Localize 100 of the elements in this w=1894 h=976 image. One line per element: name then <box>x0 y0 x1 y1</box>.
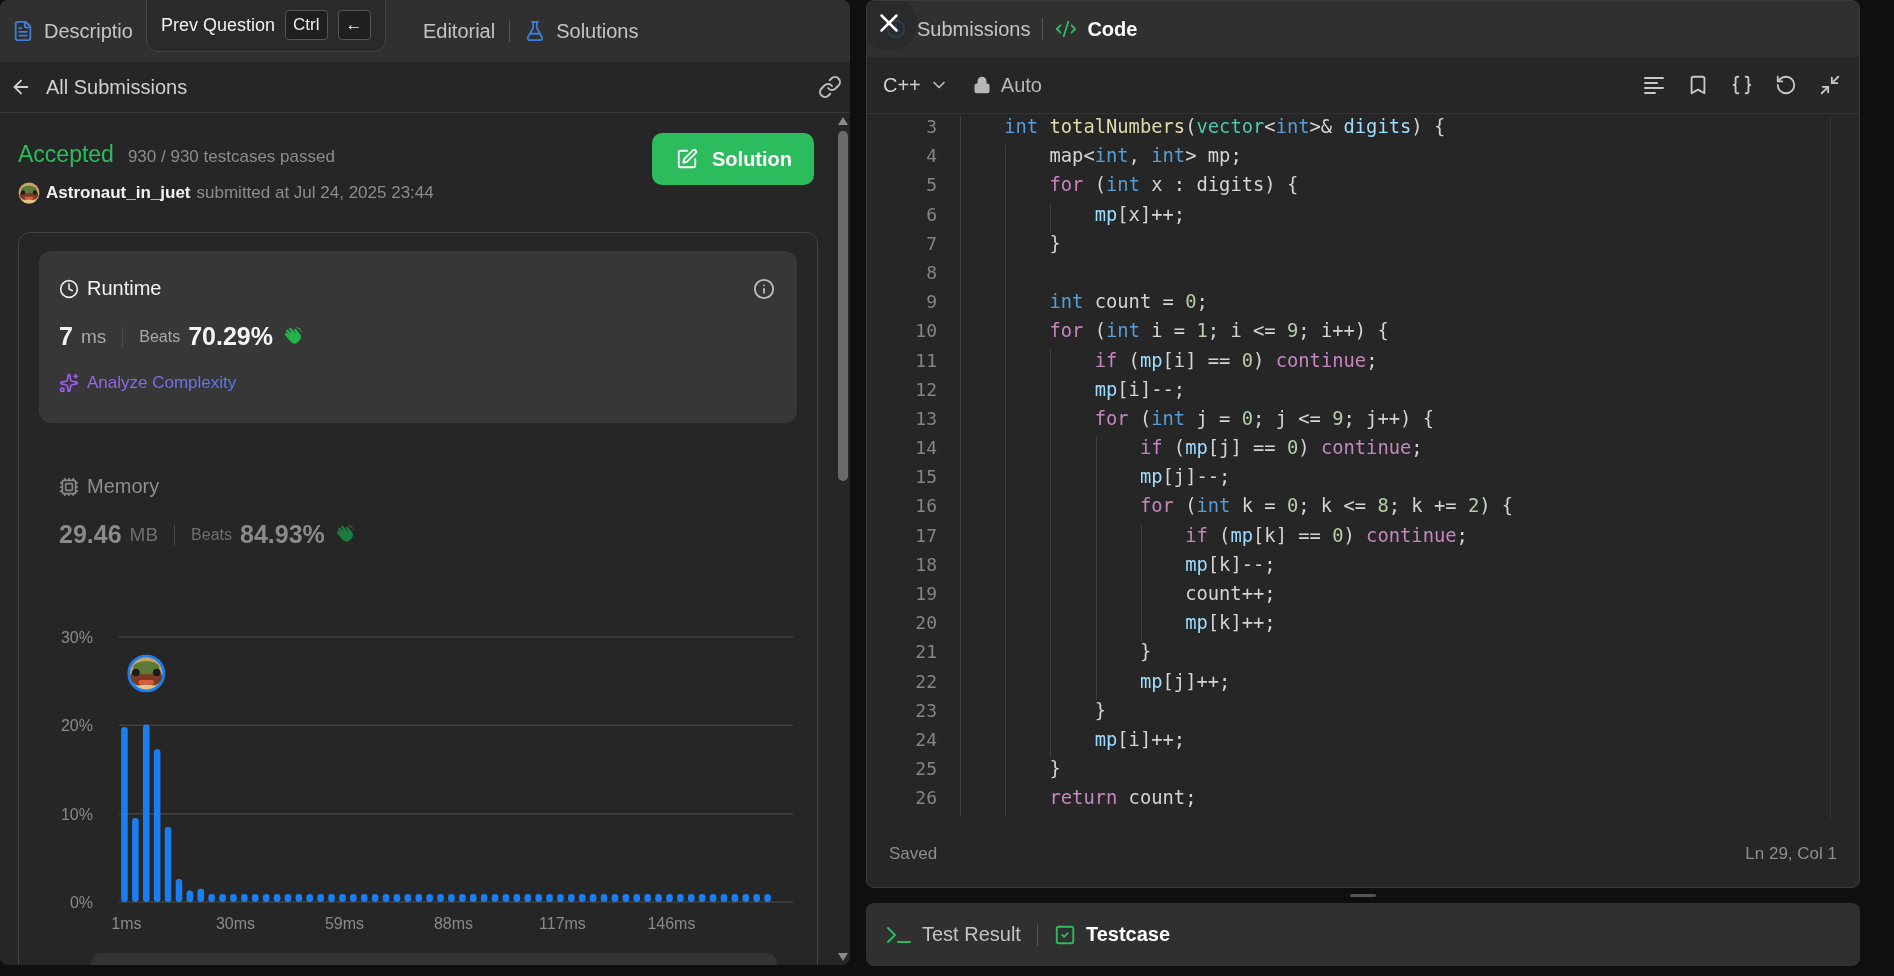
histogram-bar <box>328 894 335 902</box>
histogram-bar <box>459 894 466 902</box>
metric-unit: MB <box>129 523 159 546</box>
histogram-bar <box>698 894 706 902</box>
histogram-bar <box>655 894 662 902</box>
histogram-bar <box>524 894 532 902</box>
histogram-bar <box>230 894 237 902</box>
histogram-bar <box>557 894 564 902</box>
line-number: 18 <box>914 553 937 577</box>
line-number: 20 <box>914 612 937 636</box>
axis-label: 59ms <box>324 915 364 932</box>
histogram-bar <box>426 894 433 902</box>
histogram-bar <box>513 894 521 902</box>
histogram-bar <box>339 894 346 902</box>
beats-value: 70.29% <box>188 322 273 351</box>
line-number: 5 <box>925 174 937 198</box>
histogram-bar <box>273 894 281 902</box>
metric-card[interactable]: Memory 29.46 MB Beats 84.93% <box>39 449 797 579</box>
panel-tab[interactable]: Editorial <box>422 19 496 43</box>
line-number: 12 <box>914 378 937 402</box>
metric-value: 7 <box>59 322 73 351</box>
mode-label: Auto <box>1000 73 1042 97</box>
line-number: 14 <box>914 437 937 461</box>
histogram-bar <box>448 894 455 902</box>
histogram-bar <box>720 894 728 902</box>
beats-label: Beats <box>139 327 181 346</box>
histogram-bar <box>480 894 488 902</box>
beats-label: Beats <box>191 525 232 544</box>
axis-label: 88ms <box>433 915 473 932</box>
histogram-bar <box>731 894 739 902</box>
line-number: 25 <box>914 758 937 782</box>
cursor-position: Ln 29, Col 1 <box>1745 844 1837 864</box>
author-name[interactable]: Astronaut_in_juet <box>46 183 191 203</box>
panel-tab[interactable]: Solutions <box>524 19 639 43</box>
histogram-bar <box>764 894 771 902</box>
line-number: 3 <box>925 116 937 139</box>
histogram-bar <box>371 894 379 902</box>
histogram-bar <box>404 894 412 902</box>
document-icon <box>12 20 34 42</box>
back-link[interactable]: All Submissions <box>10 75 188 99</box>
scroll-down-icon[interactable] <box>838 953 848 961</box>
chip-icon <box>59 476 79 497</box>
axis-label: 30ms <box>215 915 255 932</box>
histogram-bar <box>262 894 270 902</box>
metric-title: Runtime <box>87 277 162 300</box>
line-number: 17 <box>914 524 937 548</box>
line-number: 23 <box>914 699 937 723</box>
line-number: 24 <box>914 728 937 752</box>
histogram-bar <box>469 894 477 902</box>
histogram-bar <box>360 894 368 902</box>
histogram-bar <box>687 894 695 902</box>
align-left-icon[interactable] <box>1643 75 1665 95</box>
histogram-bar <box>186 890 194 902</box>
panel-tab[interactable]: Test Result <box>886 923 1021 946</box>
line-number: 4 <box>925 145 937 169</box>
edit-icon <box>676 148 698 170</box>
histogram-bar <box>317 894 324 902</box>
panel-tab[interactable]: Descriptio <box>12 19 133 43</box>
histogram-bar <box>600 894 608 902</box>
close-button[interactable] <box>867 1 917 51</box>
line-number: 9 <box>925 291 937 315</box>
language-select[interactable]: C++ <box>883 73 949 97</box>
line-number: 8 <box>925 261 937 285</box>
info-icon[interactable] <box>753 277 775 300</box>
histogram-bar <box>382 894 390 902</box>
histogram-bar <box>644 894 651 902</box>
lock-icon <box>972 76 991 94</box>
status-text: Accepted <box>18 141 114 168</box>
histogram-bar <box>295 894 303 902</box>
axis-label: 20% <box>60 717 93 735</box>
scroll-up-icon[interactable] <box>838 117 848 125</box>
panel-tab[interactable]: Code <box>1055 17 1138 41</box>
histogram-bar <box>241 894 248 902</box>
code-icon <box>1055 18 1078 40</box>
histogram-bar <box>251 894 259 902</box>
line-number: 6 <box>925 203 937 227</box>
histogram-bar <box>666 894 673 902</box>
keyboard-key: Ctrl <box>285 10 328 40</box>
line-number: 7 <box>925 232 937 256</box>
histogram-bar <box>589 894 597 902</box>
reset-icon[interactable] <box>1775 74 1797 96</box>
braces-icon[interactable] <box>1731 74 1753 96</box>
metric-title: Memory <box>87 475 160 498</box>
line-number: 15 <box>914 466 937 490</box>
axis-label: 146ms <box>647 915 696 932</box>
axis-label: 30% <box>60 629 93 646</box>
histogram-bar <box>415 894 423 902</box>
line-number: 10 <box>914 320 937 344</box>
histogram-bar <box>502 894 510 902</box>
line-number: 21 <box>914 641 937 665</box>
checkbox-icon <box>1053 923 1076 946</box>
histogram-bar <box>546 894 553 902</box>
link-icon[interactable] <box>818 75 842 99</box>
panel-tab[interactable]: Testcase <box>1053 923 1171 946</box>
metric-card[interactable]: Runtime 7 ms Beats 70.29% Analyze Complexity <box>39 251 797 423</box>
line-number: 26 <box>914 787 937 811</box>
axis-label: 10% <box>60 805 93 823</box>
metric-value: 29.46 <box>59 520 122 549</box>
minimize-icon[interactable] <box>1819 74 1841 96</box>
histogram-bar <box>578 894 586 902</box>
